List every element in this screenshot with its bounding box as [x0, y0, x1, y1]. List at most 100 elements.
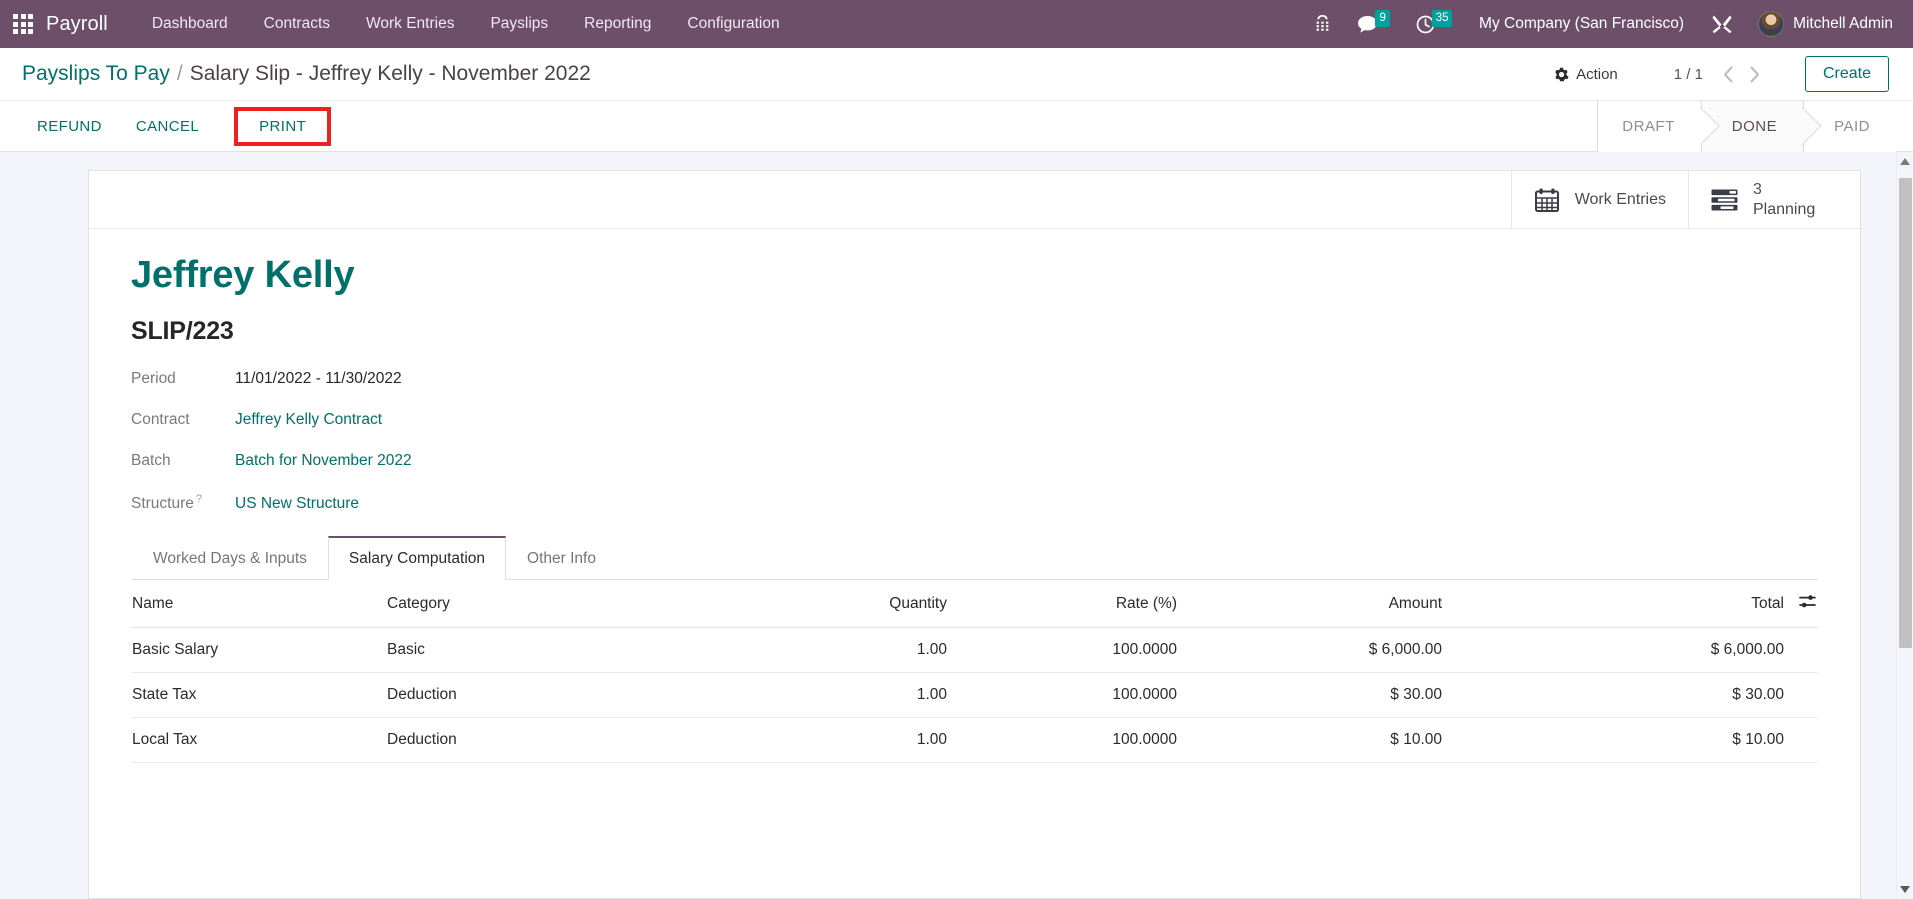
apps-grid-icon [13, 14, 33, 34]
cell-name: State Tax [132, 672, 387, 718]
tab-worked-days-inputs[interactable]: Worked Days & Inputs [132, 536, 328, 580]
refund-button[interactable]: REFUND [20, 111, 119, 142]
help-tooltip-icon[interactable]: ? [196, 493, 202, 505]
voip-button[interactable] [1301, 0, 1344, 48]
cancel-button[interactable]: CANCEL [119, 111, 216, 142]
cell-name: Local Tax [132, 717, 387, 763]
print-button[interactable]: PRINT [244, 114, 321, 139]
column-header-quantity[interactable]: Quantity [707, 579, 947, 628]
smart-button-work-entries-label: Work Entries [1574, 190, 1666, 208]
avatar [1758, 11, 1785, 37]
navbar-systray: 9 35 My Company (San Francisco) Mitchell… [1301, 0, 1913, 48]
column-header-name[interactable]: Name [132, 579, 387, 628]
cell-category: Basic [387, 627, 707, 673]
print-button-highlight: PRINT [234, 106, 332, 146]
tab-other-info[interactable]: Other Info [506, 536, 617, 580]
breadcrumb-root-link[interactable]: Payslips To Pay [22, 62, 170, 86]
status-draft[interactable]: DRAFT [1597, 100, 1701, 152]
tab-salary-computation[interactable]: Salary Computation [327, 535, 507, 580]
form-body: Jeffrey Kelly SLIP/223 Period 11/01/2022… [89, 229, 1860, 763]
cell-rate: 100.0000 [947, 627, 1177, 673]
control-panel: Payslips To Pay / Salary Slip - Jeffrey … [0, 48, 1913, 152]
activities-button[interactable]: 35 [1403, 0, 1465, 48]
smart-button-work-entries[interactable]: Work Entries [1510, 171, 1688, 228]
column-header-category[interactable]: Category [387, 579, 707, 628]
table-header-row: Name Category Quantity Rate (%) Amount T… [132, 579, 1818, 628]
table-row[interactable]: Basic Salary Basic 1.00 100.0000 $ 6,000… [132, 627, 1818, 673]
form-view-content: Work Entries 3 Planning Jeffrey Kelly SL… [0, 152, 1913, 899]
pager-next-button[interactable] [1743, 60, 1767, 88]
table-row[interactable]: State Tax Deduction 1.00 100.0000 $ 30.0… [132, 672, 1818, 718]
company-switcher[interactable]: My Company (San Francisco) [1465, 15, 1698, 33]
cell-category: Deduction [387, 672, 707, 718]
table-header: Name Category Quantity Rate (%) Amount T… [132, 579, 1818, 628]
vertical-scrollbar[interactable] [1896, 152, 1913, 899]
optional-columns-dropdown[interactable] [1784, 579, 1818, 628]
calendar-icon [1534, 188, 1559, 212]
table-row[interactable]: Local Tax Deduction 1.00 100.0000 $ 10.0… [132, 717, 1818, 763]
cell-spacer [1784, 672, 1818, 718]
pager: 1 / 1 [1674, 60, 1767, 88]
tasks-list-icon [1711, 189, 1738, 210]
field-period-label: Period [131, 369, 176, 387]
field-batch-value[interactable]: Batch for November 2022 [235, 452, 412, 470]
record-action-buttons: REFUND CANCEL PRINT [20, 106, 332, 146]
apps-menu-button[interactable] [0, 0, 46, 48]
cell-spacer [1784, 627, 1818, 673]
smart-button-planning-label: Planning [1753, 200, 1816, 218]
menu-item-contracts[interactable]: Contracts [246, 0, 348, 48]
cell-amount: $ 6,000.00 [1177, 627, 1442, 673]
menu-item-dashboard[interactable]: Dashboard [134, 0, 246, 48]
status-bar: DRAFT DONE PAID [1597, 100, 1913, 152]
menu-item-work-entries[interactable]: Work Entries [348, 0, 472, 48]
record-reference: SLIP/223 [131, 316, 234, 345]
create-button[interactable]: Create [1804, 56, 1889, 92]
pager-previous-button[interactable] [1717, 60, 1741, 88]
breadcrumb: Payslips To Pay / Salary Slip - Jeffrey … [22, 62, 591, 86]
field-structure: Structure? US New Structure [131, 493, 1818, 513]
field-contract: Contract Jeffrey Kelly Contract [131, 411, 1818, 429]
user-name-label: Mitchell Admin [1793, 15, 1893, 32]
column-header-rate[interactable]: Rate (%) [947, 579, 1177, 628]
status-draft-label: DRAFT [1622, 117, 1675, 135]
field-period-value: 11/01/2022 - 11/30/2022 [235, 369, 402, 387]
app-brand-payroll[interactable]: Payroll [46, 13, 134, 36]
field-batch-label: Batch [131, 451, 171, 469]
debug-tools-button[interactable] [1698, 0, 1746, 48]
pager-value: 1 / 1 [1673, 65, 1703, 83]
field-group: Period 11/01/2022 - 11/30/2022 Contract … [131, 370, 1818, 513]
field-structure-value[interactable]: US New Structure [235, 495, 359, 513]
cell-total: $ 30.00 [1442, 672, 1784, 718]
scroll-down-arrow-icon[interactable] [1900, 886, 1910, 893]
column-header-total[interactable]: Total [1442, 579, 1784, 628]
field-contract-label: Contract [131, 410, 190, 428]
chevron-left-icon [1724, 65, 1734, 83]
status-done-label: DONE [1731, 117, 1778, 135]
smart-button-planning[interactable]: 3 Planning [1688, 171, 1860, 228]
cell-quantity: 1.00 [707, 672, 947, 718]
menu-item-configuration[interactable]: Configuration [669, 0, 797, 48]
column-header-amount[interactable]: Amount [1177, 579, 1442, 628]
menu-item-reporting[interactable]: Reporting [566, 0, 669, 48]
smart-button-planning-text: 3 Planning [1753, 180, 1815, 220]
top-navbar: Payroll Dashboard Contracts Work Entries… [0, 0, 1913, 48]
action-menu-button[interactable]: Action [1544, 62, 1628, 87]
scroll-up-arrow-icon[interactable] [1900, 158, 1910, 165]
control-panel-buttons-row: REFUND CANCEL PRINT DRAFT DONE PAID [0, 100, 1913, 152]
user-menu[interactable]: Mitchell Admin [1746, 11, 1899, 37]
field-contract-value[interactable]: Jeffrey Kelly Contract [235, 411, 382, 429]
cell-quantity: 1.00 [707, 627, 947, 673]
record-sheet: Work Entries 3 Planning Jeffrey Kelly SL… [88, 170, 1861, 899]
cell-amount: $ 10.00 [1177, 717, 1442, 763]
cell-total: $ 6,000.00 [1442, 627, 1784, 673]
field-batch: Batch Batch for November 2022 [131, 452, 1818, 470]
cell-spacer [1784, 717, 1818, 763]
table-body: Basic Salary Basic 1.00 100.0000 $ 6,000… [132, 627, 1818, 763]
scrollbar-thumb[interactable] [1899, 178, 1912, 648]
control-panel-top: Payslips To Pay / Salary Slip - Jeffrey … [0, 48, 1913, 101]
cell-name: Basic Salary [132, 627, 387, 673]
menu-item-payslips[interactable]: Payslips [472, 0, 566, 48]
field-structure-label: Structure? [131, 493, 235, 513]
messages-button[interactable]: 9 [1344, 0, 1403, 48]
page-title: Jeffrey Kelly [131, 254, 355, 296]
